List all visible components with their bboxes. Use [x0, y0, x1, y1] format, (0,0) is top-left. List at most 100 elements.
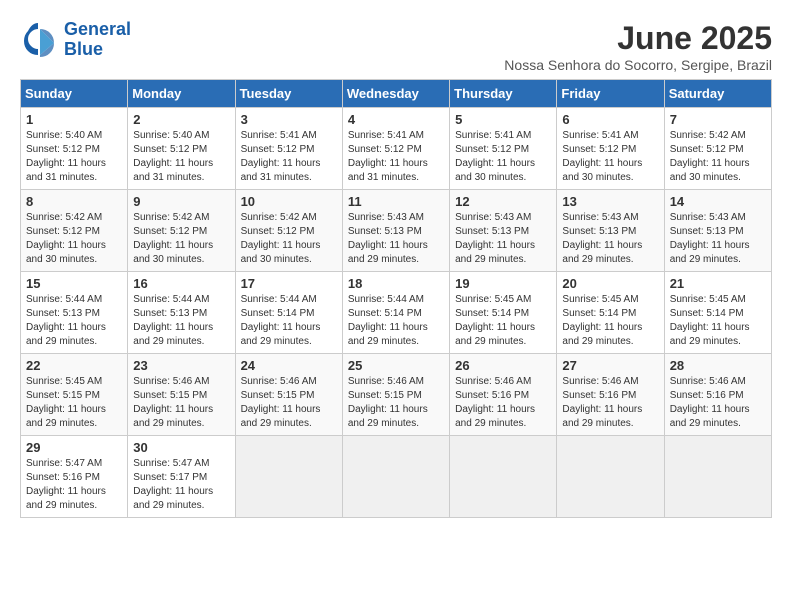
logo: General Blue: [20, 20, 131, 60]
day-info: Sunrise: 5:42 AM Sunset: 5:12 PM Dayligh…: [670, 129, 766, 185]
day-info: Sunrise: 5:47 AM Sunset: 5:17 PM Dayligh…: [133, 457, 229, 513]
month-title: June 2025: [504, 20, 772, 57]
day-info: Sunrise: 5:42 AM Sunset: 5:12 PM Dayligh…: [26, 211, 122, 267]
day-cell-6: 6 Sunrise: 5:41 AM Sunset: 5:12 PM Dayli…: [557, 108, 664, 190]
day-info: Sunrise: 5:41 AM Sunset: 5:12 PM Dayligh…: [562, 129, 658, 185]
day-cell-12: 12 Sunrise: 5:43 AM Sunset: 5:13 PM Dayl…: [450, 190, 557, 272]
day-info: Sunrise: 5:45 AM Sunset: 5:14 PM Dayligh…: [670, 293, 766, 349]
day-number: 5: [455, 112, 551, 127]
day-info: Sunrise: 5:45 AM Sunset: 5:15 PM Dayligh…: [26, 375, 122, 431]
day-info: Sunrise: 5:45 AM Sunset: 5:14 PM Dayligh…: [455, 293, 551, 349]
day-cell-29: 29 Sunrise: 5:47 AM Sunset: 5:16 PM Dayl…: [21, 436, 128, 518]
empty-cell: [557, 436, 664, 518]
header-thursday: Thursday: [450, 80, 557, 108]
calendar-table: Sunday Monday Tuesday Wednesday Thursday…: [20, 79, 772, 518]
location-title: Nossa Senhora do Socorro, Sergipe, Brazi…: [504, 57, 772, 73]
day-info: Sunrise: 5:44 AM Sunset: 5:14 PM Dayligh…: [348, 293, 444, 349]
day-number: 16: [133, 276, 229, 291]
day-number: 27: [562, 358, 658, 373]
logo-text: General Blue: [64, 20, 131, 60]
day-cell-25: 25 Sunrise: 5:46 AM Sunset: 5:15 PM Dayl…: [342, 354, 449, 436]
header-tuesday: Tuesday: [235, 80, 342, 108]
day-number: 21: [670, 276, 766, 291]
day-info: Sunrise: 5:46 AM Sunset: 5:15 PM Dayligh…: [133, 375, 229, 431]
header-wednesday: Wednesday: [342, 80, 449, 108]
day-info: Sunrise: 5:46 AM Sunset: 5:16 PM Dayligh…: [562, 375, 658, 431]
day-info: Sunrise: 5:42 AM Sunset: 5:12 PM Dayligh…: [241, 211, 337, 267]
title-section: June 2025 Nossa Senhora do Socorro, Serg…: [504, 20, 772, 73]
page-header: General Blue June 2025 Nossa Senhora do …: [20, 20, 772, 73]
day-info: Sunrise: 5:41 AM Sunset: 5:12 PM Dayligh…: [241, 129, 337, 185]
day-info: Sunrise: 5:44 AM Sunset: 5:13 PM Dayligh…: [26, 293, 122, 349]
day-info: Sunrise: 5:40 AM Sunset: 5:12 PM Dayligh…: [133, 129, 229, 185]
day-number: 13: [562, 194, 658, 209]
day-number: 11: [348, 194, 444, 209]
day-info: Sunrise: 5:40 AM Sunset: 5:12 PM Dayligh…: [26, 129, 122, 185]
day-number: 28: [670, 358, 766, 373]
day-info: Sunrise: 5:46 AM Sunset: 5:15 PM Dayligh…: [348, 375, 444, 431]
day-number: 7: [670, 112, 766, 127]
day-number: 10: [241, 194, 337, 209]
day-number: 22: [26, 358, 122, 373]
day-cell-8: 8 Sunrise: 5:42 AM Sunset: 5:12 PM Dayli…: [21, 190, 128, 272]
day-number: 29: [26, 440, 122, 455]
day-cell-19: 19 Sunrise: 5:45 AM Sunset: 5:14 PM Dayl…: [450, 272, 557, 354]
calendar-week-row: 8 Sunrise: 5:42 AM Sunset: 5:12 PM Dayli…: [21, 190, 772, 272]
day-cell-20: 20 Sunrise: 5:45 AM Sunset: 5:14 PM Dayl…: [557, 272, 664, 354]
day-number: 20: [562, 276, 658, 291]
day-info: Sunrise: 5:44 AM Sunset: 5:13 PM Dayligh…: [133, 293, 229, 349]
day-cell-3: 3 Sunrise: 5:41 AM Sunset: 5:12 PM Dayli…: [235, 108, 342, 190]
day-cell-9: 9 Sunrise: 5:42 AM Sunset: 5:12 PM Dayli…: [128, 190, 235, 272]
day-number: 12: [455, 194, 551, 209]
day-cell-16: 16 Sunrise: 5:44 AM Sunset: 5:13 PM Dayl…: [128, 272, 235, 354]
logo-icon: [20, 21, 58, 59]
day-cell-2: 2 Sunrise: 5:40 AM Sunset: 5:12 PM Dayli…: [128, 108, 235, 190]
day-number: 9: [133, 194, 229, 209]
day-cell-13: 13 Sunrise: 5:43 AM Sunset: 5:13 PM Dayl…: [557, 190, 664, 272]
day-cell-7: 7 Sunrise: 5:42 AM Sunset: 5:12 PM Dayli…: [664, 108, 771, 190]
day-number: 18: [348, 276, 444, 291]
day-number: 14: [670, 194, 766, 209]
day-cell-11: 11 Sunrise: 5:43 AM Sunset: 5:13 PM Dayl…: [342, 190, 449, 272]
day-info: Sunrise: 5:42 AM Sunset: 5:12 PM Dayligh…: [133, 211, 229, 267]
day-cell-21: 21 Sunrise: 5:45 AM Sunset: 5:14 PM Dayl…: [664, 272, 771, 354]
day-number: 8: [26, 194, 122, 209]
empty-cell: [450, 436, 557, 518]
day-number: 26: [455, 358, 551, 373]
day-info: Sunrise: 5:45 AM Sunset: 5:14 PM Dayligh…: [562, 293, 658, 349]
day-cell-28: 28 Sunrise: 5:46 AM Sunset: 5:16 PM Dayl…: [664, 354, 771, 436]
day-cell-1: 1 Sunrise: 5:40 AM Sunset: 5:12 PM Dayli…: [21, 108, 128, 190]
day-number: 6: [562, 112, 658, 127]
day-info: Sunrise: 5:43 AM Sunset: 5:13 PM Dayligh…: [455, 211, 551, 267]
header-friday: Friday: [557, 80, 664, 108]
day-number: 4: [348, 112, 444, 127]
day-number: 24: [241, 358, 337, 373]
empty-cell: [342, 436, 449, 518]
day-cell-17: 17 Sunrise: 5:44 AM Sunset: 5:14 PM Dayl…: [235, 272, 342, 354]
empty-cell: [664, 436, 771, 518]
logo-line2: Blue: [64, 39, 103, 59]
day-cell-30: 30 Sunrise: 5:47 AM Sunset: 5:17 PM Dayl…: [128, 436, 235, 518]
day-info: Sunrise: 5:46 AM Sunset: 5:15 PM Dayligh…: [241, 375, 337, 431]
day-info: Sunrise: 5:43 AM Sunset: 5:13 PM Dayligh…: [562, 211, 658, 267]
day-cell-10: 10 Sunrise: 5:42 AM Sunset: 5:12 PM Dayl…: [235, 190, 342, 272]
day-cell-18: 18 Sunrise: 5:44 AM Sunset: 5:14 PM Dayl…: [342, 272, 449, 354]
day-number: 23: [133, 358, 229, 373]
day-cell-26: 26 Sunrise: 5:46 AM Sunset: 5:16 PM Dayl…: [450, 354, 557, 436]
day-info: Sunrise: 5:44 AM Sunset: 5:14 PM Dayligh…: [241, 293, 337, 349]
day-cell-24: 24 Sunrise: 5:46 AM Sunset: 5:15 PM Dayl…: [235, 354, 342, 436]
day-info: Sunrise: 5:41 AM Sunset: 5:12 PM Dayligh…: [455, 129, 551, 185]
calendar-week-row: 1 Sunrise: 5:40 AM Sunset: 5:12 PM Dayli…: [21, 108, 772, 190]
day-cell-4: 4 Sunrise: 5:41 AM Sunset: 5:12 PM Dayli…: [342, 108, 449, 190]
day-number: 30: [133, 440, 229, 455]
day-info: Sunrise: 5:46 AM Sunset: 5:16 PM Dayligh…: [670, 375, 766, 431]
day-cell-22: 22 Sunrise: 5:45 AM Sunset: 5:15 PM Dayl…: [21, 354, 128, 436]
day-cell-14: 14 Sunrise: 5:43 AM Sunset: 5:13 PM Dayl…: [664, 190, 771, 272]
day-cell-5: 5 Sunrise: 5:41 AM Sunset: 5:12 PM Dayli…: [450, 108, 557, 190]
day-info: Sunrise: 5:46 AM Sunset: 5:16 PM Dayligh…: [455, 375, 551, 431]
empty-cell: [235, 436, 342, 518]
day-number: 17: [241, 276, 337, 291]
day-cell-23: 23 Sunrise: 5:46 AM Sunset: 5:15 PM Dayl…: [128, 354, 235, 436]
day-number: 15: [26, 276, 122, 291]
day-cell-27: 27 Sunrise: 5:46 AM Sunset: 5:16 PM Dayl…: [557, 354, 664, 436]
